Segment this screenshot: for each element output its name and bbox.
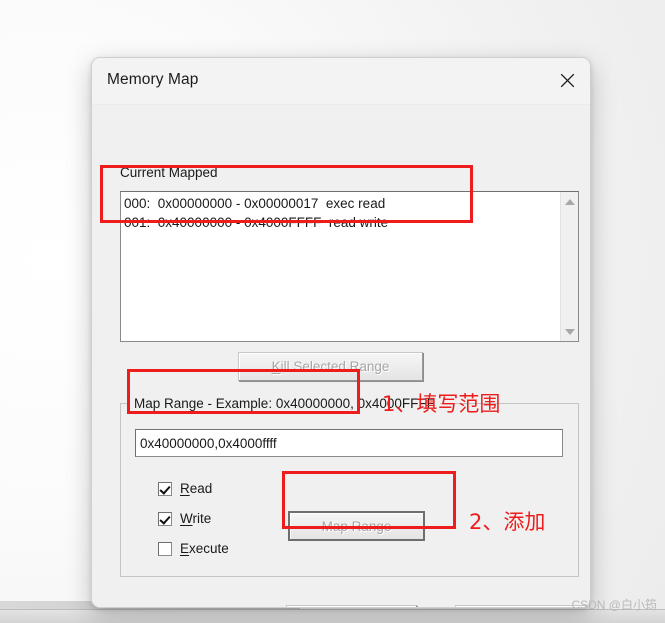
checkbox-write[interactable]: Write xyxy=(158,511,211,526)
chevron-up-icon[interactable] xyxy=(561,193,578,210)
checkbox-execute-box[interactable] xyxy=(158,541,172,556)
screen: Memory Map Current Mapped 000: 0x0000000… xyxy=(0,0,665,623)
checkbox-read-label: Read xyxy=(180,481,213,496)
list-item[interactable]: 001: 0x40000000 - 0x4000FFFF read write xyxy=(124,213,560,232)
current-mapped-label: Current Mapped xyxy=(120,165,218,180)
current-mapped-listbox[interactable]: 000: 0x00000000 - 0x00000017 exec read 0… xyxy=(120,191,579,342)
checkbox-execute[interactable]: Execute xyxy=(158,541,229,556)
checkbox-execute-label: Execute xyxy=(180,541,229,556)
memory-map-dialog: Memory Map Current Mapped 000: 0x0000000… xyxy=(91,57,591,608)
checkbox-read[interactable]: Read xyxy=(158,481,212,496)
map-range-button[interactable]: Map Range xyxy=(288,511,425,541)
desktop-bottom-strip xyxy=(0,609,665,623)
kill-selected-range-button[interactable]: Kill Selected Range xyxy=(238,352,423,381)
dialog-client-area: Current Mapped 000: 0x00000000 - 0x00000… xyxy=(92,105,590,607)
mapped-entry-list: 000: 0x00000000 - 0x00000017 exec read 0… xyxy=(121,192,560,232)
list-item[interactable]: 000: 0x00000000 - 0x00000017 exec read xyxy=(124,194,560,213)
kill-label-rest: ill Selected Range xyxy=(280,359,390,374)
watermark: CSDN @白小筠 xyxy=(571,598,657,612)
title-bar: Memory Map xyxy=(92,58,590,105)
chevron-down-icon[interactable] xyxy=(561,323,578,340)
checkbox-read-box[interactable] xyxy=(158,481,172,496)
kill-mnemonic: K xyxy=(271,359,281,374)
close-icon[interactable] xyxy=(544,58,590,103)
window-title: Memory Map xyxy=(107,71,199,88)
range-input[interactable]: 0x40000000,0x4000ffff xyxy=(135,429,563,457)
listbox-scrollbar[interactable] xyxy=(560,192,578,341)
checkbox-write-box[interactable] xyxy=(158,511,172,526)
help-button[interactable]: Help xyxy=(455,605,586,607)
map-range-group-title: Map Range - Example: 0x40000000, 0x4000F… xyxy=(129,396,440,411)
close-button[interactable]: Close xyxy=(286,605,417,607)
checkbox-write-label: Write xyxy=(180,511,212,526)
